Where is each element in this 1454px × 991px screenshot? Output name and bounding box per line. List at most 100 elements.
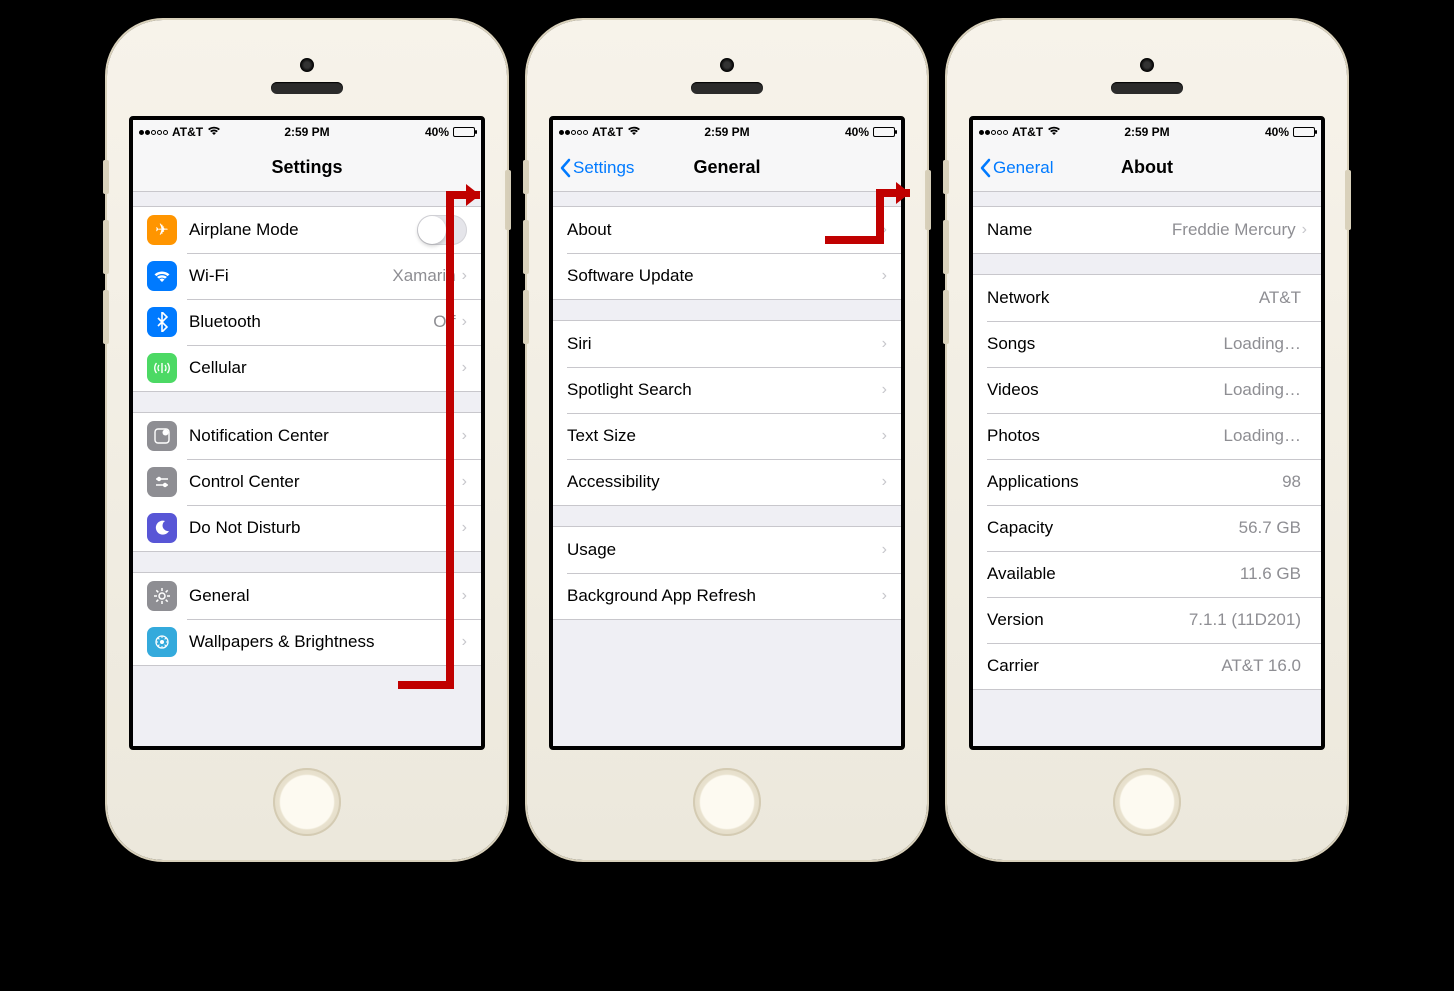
row-text-size[interactable]: Text Size› [553, 413, 901, 459]
chevron-right-icon: › [462, 519, 467, 537]
battery-percent-label: 40% [1265, 125, 1289, 139]
home-button[interactable] [693, 768, 761, 836]
back-button[interactable]: General [979, 144, 1053, 191]
back-button[interactable]: Settings [559, 144, 634, 191]
chevron-right-icon: › [462, 313, 467, 331]
row-label: Control Center [189, 472, 462, 492]
carrier-label: AT&T [592, 125, 623, 139]
row-label: Version [987, 610, 1189, 630]
general-list[interactable]: About› Software Update› Siri› Spotlight … [553, 192, 901, 746]
row-label: About [567, 220, 882, 240]
row-label: Do Not Disturb [189, 518, 462, 538]
status-bar: AT&T 2:59 PM 40% [973, 120, 1321, 144]
row-value: Loading… [1223, 426, 1301, 446]
row-do-not-disturb[interactable]: Do Not Disturb › [133, 505, 481, 551]
page-title: General [693, 157, 760, 178]
row-wifi[interactable]: Wi-Fi Xamarin › [133, 253, 481, 299]
status-bar: AT&T 2:59 PM 40% [553, 120, 901, 144]
row-label: Carrier [987, 656, 1221, 676]
chevron-right-icon: › [882, 381, 887, 399]
control-center-icon [147, 467, 177, 497]
row-label: Airplane Mode [189, 220, 417, 240]
row-label: General [189, 586, 462, 606]
chevron-right-icon: › [882, 473, 887, 491]
chevron-right-icon: › [462, 473, 467, 491]
row-notification-center[interactable]: Notification Center › [133, 413, 481, 459]
chevron-right-icon: › [882, 427, 887, 445]
about-list[interactable]: NameFreddie Mercury› NetworkAT&T› SongsL… [973, 192, 1321, 746]
row-label: Wi-Fi [189, 266, 392, 286]
row-control-center[interactable]: Control Center › [133, 459, 481, 505]
row-label: Videos [987, 380, 1223, 400]
home-button[interactable] [273, 768, 341, 836]
chevron-right-icon: › [882, 267, 887, 285]
row-value: AT&T 16.0 [1221, 656, 1301, 676]
row-cellular[interactable]: Cellular › [133, 345, 481, 391]
settings-list[interactable]: ✈ Airplane Mode › Wi-Fi Xamarin › Blueto… [133, 192, 481, 746]
bluetooth-icon [147, 307, 177, 337]
phone-settings: AT&T 2:59 PM 40% Settings ✈ Airplane Mod… [107, 20, 507, 860]
row-software-update[interactable]: Software Update› [553, 253, 901, 299]
wifi-icon [207, 125, 221, 139]
clock-label: 2:59 PM [1091, 125, 1203, 139]
airplane-icon: ✈ [147, 215, 177, 245]
cellular-icon [147, 353, 177, 383]
row-value: Freddie Mercury [1172, 220, 1296, 240]
chevron-right-icon: › [882, 335, 887, 353]
chevron-right-icon: › [462, 359, 467, 377]
wifi-icon [1047, 125, 1061, 139]
row-background-app-refresh[interactable]: Background App Refresh› [553, 573, 901, 619]
back-label: General [993, 158, 1053, 178]
row-usage[interactable]: Usage› [553, 527, 901, 573]
battery-icon [453, 127, 475, 137]
row-name[interactable]: NameFreddie Mercury› [973, 207, 1321, 253]
chevron-left-icon [559, 158, 571, 178]
row-accessibility[interactable]: Accessibility› [553, 459, 901, 505]
row-about[interactable]: About› [553, 207, 901, 253]
moon-icon [147, 513, 177, 543]
row-wallpapers[interactable]: Wallpapers & Brightness › [133, 619, 481, 665]
row-general[interactable]: General › [133, 573, 481, 619]
row-available: Available11.6 GB› [973, 551, 1321, 597]
page-title: About [1121, 157, 1173, 178]
row-airplane-mode[interactable]: ✈ Airplane Mode › [133, 207, 481, 253]
phone-about: AT&T 2:59 PM 40% General About NameFredd… [947, 20, 1347, 860]
chevron-right-icon: › [882, 541, 887, 559]
nav-bar: Settings [133, 144, 481, 192]
chevron-right-icon: › [462, 267, 467, 285]
home-button[interactable] [1113, 768, 1181, 836]
nav-bar: General About [973, 144, 1321, 192]
chevron-right-icon: › [462, 633, 467, 651]
row-value: Loading… [1223, 334, 1301, 354]
wifi-icon [627, 125, 641, 139]
row-label: Siri [567, 334, 882, 354]
row-label: Background App Refresh [567, 586, 882, 606]
row-label: Songs [987, 334, 1223, 354]
row-label: Cellular [189, 358, 462, 378]
row-label: Spotlight Search [567, 380, 882, 400]
wifi-settings-icon [147, 261, 177, 291]
row-spotlight-search[interactable]: Spotlight Search› [553, 367, 901, 413]
nav-bar: Settings General [553, 144, 901, 192]
row-label: Accessibility [567, 472, 882, 492]
chevron-right-icon: › [462, 587, 467, 605]
chevron-right-icon: › [462, 427, 467, 445]
row-siri[interactable]: Siri› [553, 321, 901, 367]
row-bluetooth[interactable]: Bluetooth Off › [133, 299, 481, 345]
carrier-label: AT&T [1012, 125, 1043, 139]
chevron-left-icon [979, 158, 991, 178]
row-applications: Applications98› [973, 459, 1321, 505]
battery-icon [1293, 127, 1315, 137]
row-label: Wallpapers & Brightness [189, 632, 462, 652]
airplane-toggle[interactable] [417, 215, 467, 245]
battery-icon [873, 127, 895, 137]
back-label: Settings [573, 158, 634, 178]
row-value: 7.1.1 (11D201) [1189, 610, 1301, 630]
signal-dots-icon [979, 130, 1008, 135]
chevron-right-icon: › [882, 587, 887, 605]
notification-icon [147, 421, 177, 451]
row-carrier: CarrierAT&T 16.0› [973, 643, 1321, 689]
row-label: Capacity [987, 518, 1239, 538]
row-value: 56.7 GB [1239, 518, 1301, 538]
clock-label: 2:59 PM [671, 125, 783, 139]
